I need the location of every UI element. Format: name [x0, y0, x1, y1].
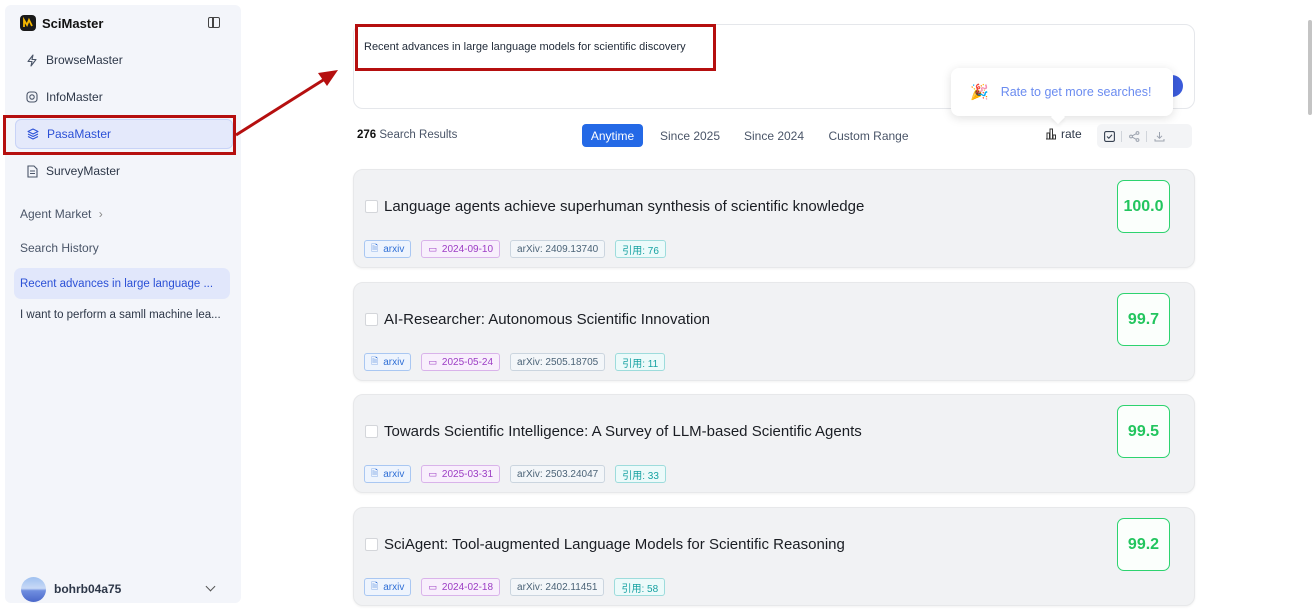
- citation-tag: 引用: 58: [614, 578, 666, 596]
- result-checkbox[interactable]: [365, 313, 378, 326]
- source-label: arxiv: [383, 243, 405, 255]
- result-checkbox[interactable]: [365, 538, 378, 551]
- source-tag[interactable]: 🗎 arxiv: [364, 353, 412, 371]
- rate-icon: [1045, 128, 1057, 140]
- result-count-label: Search Results: [379, 129, 458, 141]
- rate-label: rate: [1061, 127, 1082, 141]
- history-item[interactable]: Recent advances in large language ...: [14, 268, 230, 299]
- sidebar-item-label: SurveyMaster: [46, 164, 121, 178]
- history-item[interactable]: I want to perform a samll machine lea...: [14, 299, 230, 330]
- date-label: 2025-03-31: [441, 468, 494, 480]
- source-tag[interactable]: 🗎 arxiv: [364, 578, 412, 596]
- source-label: arxiv: [383, 468, 405, 480]
- app-logo[interactable]: SciMaster: [20, 15, 103, 31]
- result-card[interactable]: Language agents achieve superhuman synth…: [353, 169, 1195, 268]
- result-card[interactable]: AI-Researcher: Autonomous Scientific Inn…: [353, 282, 1195, 381]
- citation-tag: 引用: 33: [615, 465, 666, 483]
- citation-tag: 引用: 11: [615, 353, 666, 371]
- result-title[interactable]: Towards Scientific Intelligence: A Surve…: [384, 423, 862, 440]
- rate-button[interactable]: rate: [1045, 127, 1082, 141]
- date-tag: ▭ 2024-02-18: [421, 578, 501, 596]
- sidebar-item-infomaster[interactable]: InfoMaster: [15, 82, 233, 112]
- search-history-heading: Search History: [20, 241, 99, 255]
- share-icon[interactable]: [1122, 124, 1146, 148]
- select-all-icon[interactable]: [1097, 124, 1121, 148]
- source-tag[interactable]: 🗎 arxiv: [364, 465, 412, 483]
- file-icon: 🗎: [371, 581, 379, 591]
- source-label: arxiv: [383, 581, 405, 593]
- chevron-right-icon: ›: [98, 207, 103, 221]
- document-icon: [25, 164, 39, 178]
- sidebar-item-surveymaster[interactable]: SurveyMaster: [15, 156, 233, 186]
- sidebar-item-browsemaster[interactable]: BrowseMaster: [15, 45, 233, 75]
- user-menu[interactable]: bohrb04a75: [21, 576, 221, 602]
- result-tags: 🗎 arxiv ▭ 2024-09-10 arXiv: 2409.13740 引用:…: [364, 240, 666, 258]
- result-count-number: 276: [357, 129, 377, 141]
- agent-market-label: Agent Market: [20, 207, 92, 221]
- agent-market-link[interactable]: Agent Market ›: [20, 207, 103, 221]
- date-tag: ▭ 2025-05-24: [421, 353, 501, 371]
- page: SciMaster BrowseMaster InfoMaster PasaMa…: [0, 0, 1313, 611]
- result-card[interactable]: SciAgent: Tool-augmented Language Models…: [353, 507, 1195, 606]
- citation-tag: 引用: 76: [615, 240, 666, 258]
- result-tags: 🗎 arxiv ▭ 2025-03-31 arXiv: 2503.24047 引用:…: [364, 465, 666, 483]
- date-tag: ▭ 2024-09-10: [421, 240, 501, 258]
- source-label: arxiv: [383, 356, 405, 368]
- filter-custom-range[interactable]: Custom Range: [826, 124, 911, 147]
- download-icon[interactable]: [1147, 124, 1171, 148]
- result-checkbox[interactable]: [365, 200, 378, 213]
- result-tags: 🗎 arxiv ▭ 2025-05-24 arXiv: 2505.18705 引用:…: [364, 353, 666, 371]
- calendar-icon: ▭: [428, 581, 437, 592]
- calendar-icon: ▭: [428, 243, 437, 254]
- result-tags: 🗎 arxiv ▭ 2024-02-18 arXiv: 2402.11451 引用:…: [364, 578, 666, 596]
- filter-since-2025[interactable]: Since 2025: [656, 124, 724, 147]
- relevance-score: 99.5: [1117, 405, 1170, 458]
- relevance-score: 100.0: [1117, 180, 1170, 233]
- result-checkbox[interactable]: [365, 425, 378, 438]
- avatar: [21, 576, 46, 602]
- result-toolbar: [1097, 124, 1192, 148]
- arxiv-id-tag[interactable]: arXiv: 2409.13740: [510, 240, 606, 258]
- sidebar-collapse-icon[interactable]: [208, 17, 220, 28]
- date-label: 2025-05-24: [441, 356, 494, 368]
- result-count: 276 Search Results: [357, 129, 457, 141]
- file-icon: 🗎: [371, 243, 379, 253]
- globe-icon: [25, 90, 39, 104]
- app-name: SciMaster: [42, 15, 104, 31]
- arxiv-id-tag[interactable]: arXiv: 2503.24047: [510, 465, 606, 483]
- date-label: 2024-02-18: [441, 581, 494, 593]
- calendar-icon: ▭: [428, 356, 437, 367]
- date-tag: ▭ 2025-03-31: [421, 465, 501, 483]
- relevance-score: 99.7: [1117, 293, 1170, 346]
- file-icon: 🗎: [371, 356, 379, 366]
- tooltip-text: Rate to get more searches!: [1000, 85, 1152, 99]
- sidebar-item-label: BrowseMaster: [46, 53, 123, 67]
- scrollbar[interactable]: [1306, 0, 1313, 611]
- result-card[interactable]: Towards Scientific Intelligence: A Surve…: [353, 394, 1195, 493]
- lightning-icon: [25, 53, 39, 67]
- annotation-highlight-query: [355, 24, 716, 71]
- party-popper-icon: 🎉: [970, 84, 989, 101]
- scrollbar-thumb[interactable]: [1308, 20, 1312, 115]
- chevron-down-icon: [205, 581, 216, 592]
- arxiv-id-tag[interactable]: arXiv: 2402.11451: [510, 578, 605, 596]
- file-icon: 🗎: [371, 468, 379, 478]
- annotation-highlight-pasamaster: [3, 115, 236, 155]
- filter-since-2024[interactable]: Since 2024: [741, 124, 807, 147]
- filter-anytime[interactable]: Anytime: [582, 124, 643, 147]
- logo-icon: [20, 15, 36, 31]
- result-title[interactable]: Language agents achieve superhuman synth…: [384, 198, 864, 215]
- user-name: bohrb04a75: [54, 582, 122, 596]
- relevance-score: 99.2: [1117, 518, 1170, 571]
- result-title[interactable]: AI-Researcher: Autonomous Scientific Inn…: [384, 311, 710, 328]
- result-title[interactable]: SciAgent: Tool-augmented Language Models…: [384, 536, 845, 553]
- sidebar: SciMaster BrowseMaster InfoMaster PasaMa…: [5, 5, 241, 603]
- date-label: 2024-09-10: [441, 243, 494, 255]
- sidebar-item-label: InfoMaster: [46, 90, 103, 104]
- source-tag[interactable]: 🗎 arxiv: [364, 240, 412, 258]
- calendar-icon: ▭: [428, 468, 437, 479]
- arxiv-id-tag[interactable]: arXiv: 2505.18705: [510, 353, 606, 371]
- rate-tooltip: 🎉 Rate to get more searches!: [951, 68, 1173, 116]
